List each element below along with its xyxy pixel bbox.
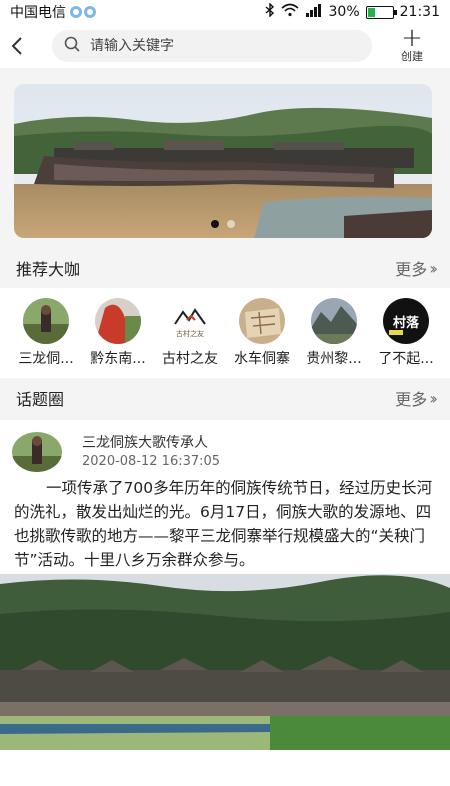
status-bar: 中国电信 30% 21:31	[0, 0, 450, 24]
expert-item[interactable]: 古村之友 古村之友	[154, 298, 226, 378]
post-photo[interactable]	[0, 574, 450, 750]
create-label: 创建	[401, 50, 423, 63]
recommended-header: 推荐大咖 更多 ››	[0, 250, 450, 286]
avatar: 古村之友	[167, 298, 213, 344]
expert-name: 贵州黎...	[306, 351, 362, 367]
double-chevron-right-icon: ››	[429, 258, 438, 278]
signal-icon	[305, 3, 323, 21]
banner-image	[14, 84, 432, 238]
carousel-dot[interactable]	[227, 220, 235, 228]
banner-carousel[interactable]	[14, 84, 432, 238]
create-button[interactable]: + 创建	[394, 23, 430, 66]
more-label: 更多	[395, 260, 428, 279]
top-bar: + 创建	[0, 24, 450, 68]
avatar	[23, 298, 69, 344]
topics-header: 话题圈 更多 ››	[0, 380, 450, 416]
bluetooth-icon	[265, 2, 275, 21]
expert-item[interactable]: 水车侗寨	[226, 298, 298, 378]
expert-list: 三龙侗... 黔东南... 古村之友 古村之友 水车侗寨 贵州黎... 村落 了…	[0, 288, 450, 378]
back-arrow-icon[interactable]	[0, 24, 34, 68]
carousel-dots	[14, 220, 432, 228]
recommended-more-link[interactable]: 更多 ››	[395, 256, 438, 280]
plus-icon: +	[401, 23, 423, 53]
post-body: 一项传承了700多年历年的侗族传统节日，经过历史长河的洗礼，散发出灿烂的光。6月…	[14, 479, 433, 569]
search-icon	[64, 36, 80, 56]
avatar	[239, 298, 285, 344]
expert-item[interactable]: 黔东南...	[82, 298, 154, 378]
network-indicator	[70, 6, 96, 18]
expert-name: 了不起...	[378, 351, 434, 367]
double-chevron-right-icon: ››	[429, 388, 438, 408]
carousel-dot[interactable]	[211, 220, 219, 228]
wifi-icon	[280, 3, 299, 21]
post-author[interactable]: 三龙侗族大歌传承人	[82, 432, 208, 452]
battery-level	[367, 7, 375, 17]
recommended-title: 推荐大咖	[16, 260, 81, 279]
logo-text: 村落	[393, 315, 420, 331]
post-timestamp: 2020-08-12 16:37:05	[82, 454, 221, 469]
expert-item[interactable]: 三龙侗...	[10, 298, 82, 378]
expert-name: 三龙侗...	[18, 351, 74, 367]
clock: 21:31	[399, 4, 440, 20]
battery-percent: 30%	[328, 4, 360, 20]
post-author-avatar[interactable]	[12, 432, 62, 472]
avatar	[95, 298, 141, 344]
carrier-name: 中国电信	[10, 5, 66, 21]
expert-name: 古村之友	[162, 351, 218, 367]
search-input[interactable]	[90, 38, 330, 54]
battery-icon	[365, 5, 397, 19]
avatar	[311, 298, 357, 344]
topics-title: 话题圈	[16, 390, 65, 409]
logo-text: 古村之友	[176, 329, 204, 338]
more-label: 更多	[395, 390, 428, 409]
expert-name: 水车侗寨	[234, 351, 290, 367]
search-bar[interactable]	[52, 30, 372, 62]
topics-more-link[interactable]: 更多 ››	[395, 386, 438, 410]
expert-item[interactable]: 贵州黎...	[298, 298, 370, 378]
expert-item[interactable]: 村落 了不起...	[370, 298, 442, 378]
avatar: 村落	[383, 298, 429, 344]
topic-post[interactable]: 三龙侗族大歌传承人 2020-08-12 16:37:05 一项传承了700多年…	[0, 420, 450, 786]
expert-name: 黔东南...	[90, 351, 146, 367]
